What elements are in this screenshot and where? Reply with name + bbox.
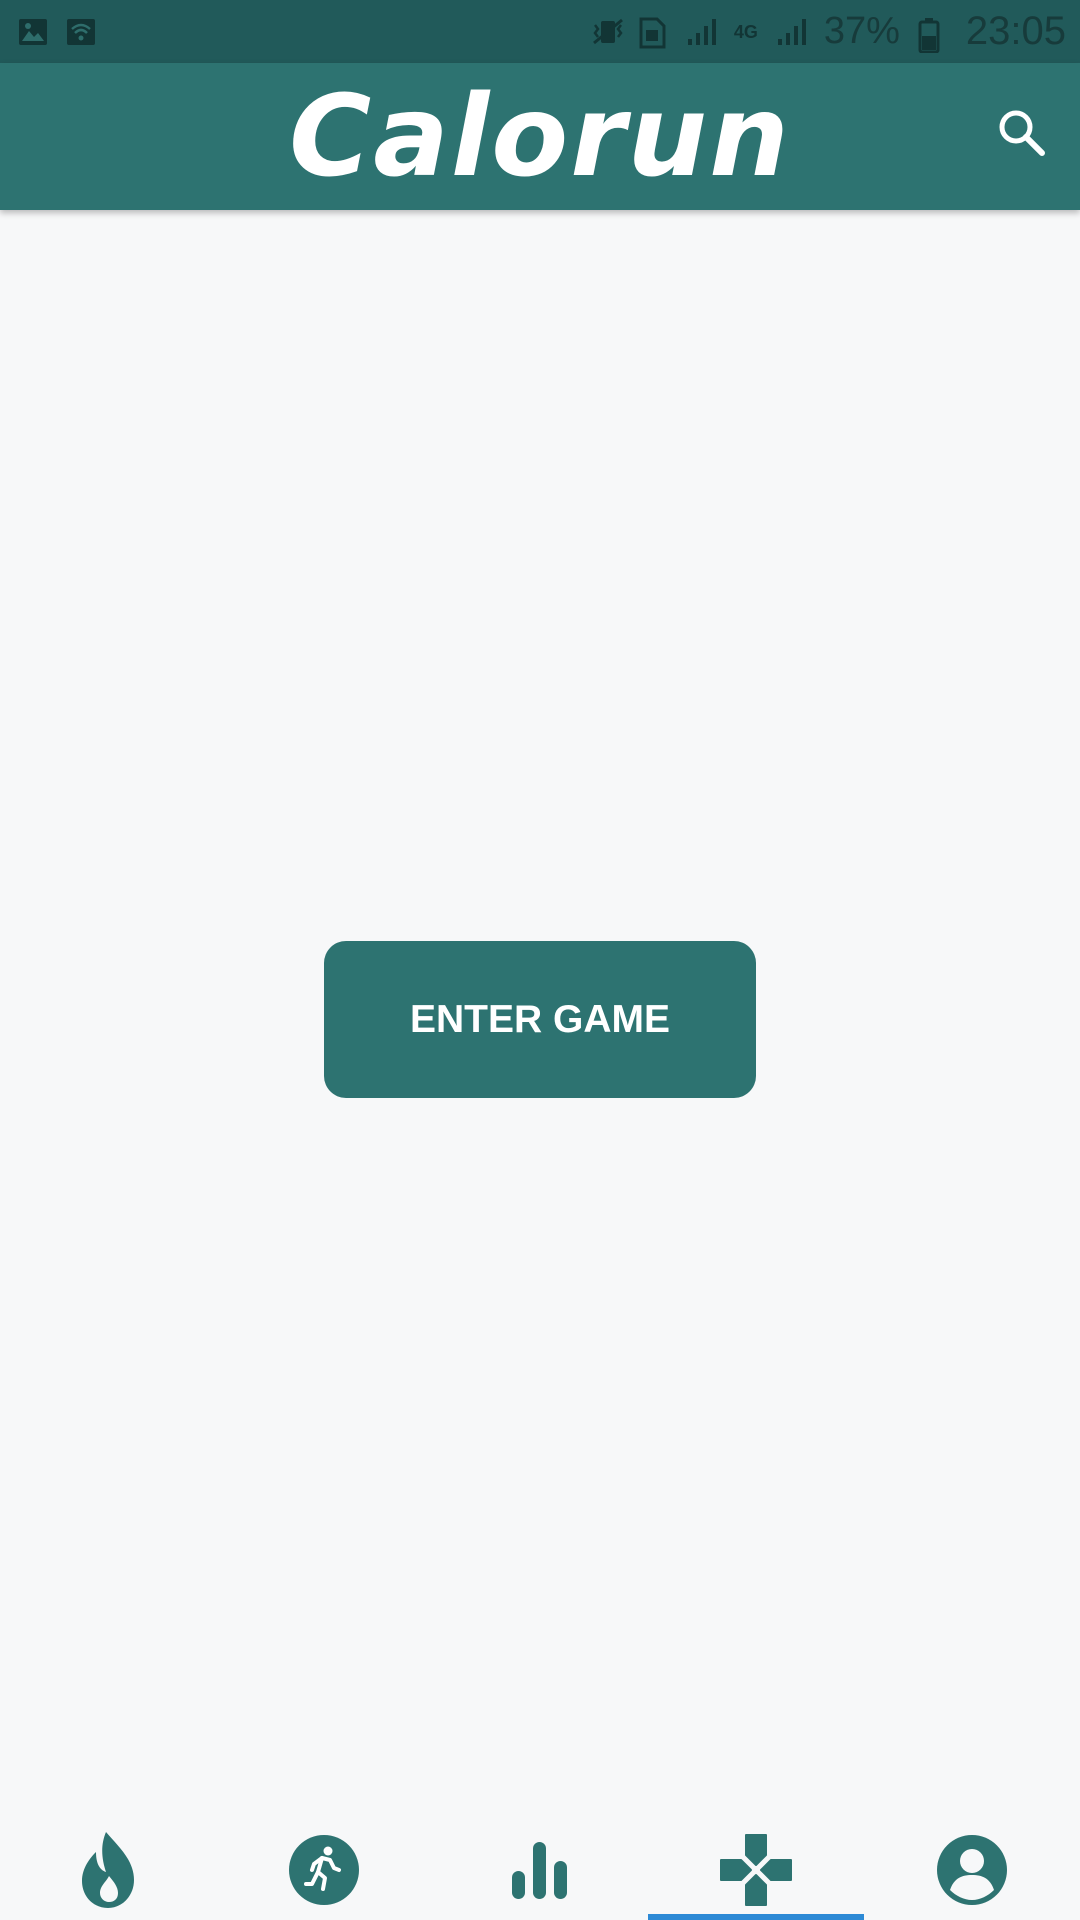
nav-item-game[interactable] <box>648 1820 864 1920</box>
image-icon <box>18 17 48 47</box>
nav-item-run[interactable] <box>216 1820 432 1920</box>
status-left <box>18 17 96 47</box>
nav-item-stats[interactable] <box>432 1820 648 1920</box>
signal-icon <box>776 17 806 47</box>
app-logo: Calorun <box>289 71 791 202</box>
search-button[interactable] <box>992 105 1052 165</box>
bar-chart-icon <box>509 1839 571 1901</box>
main-content: ENTER GAME <box>0 210 1080 1820</box>
runner-icon <box>288 1834 360 1906</box>
profile-icon <box>936 1834 1008 1906</box>
nav-item-calories[interactable] <box>0 1820 216 1920</box>
nav-selected-indicator <box>648 1914 864 1920</box>
bottom-nav <box>0 1820 1080 1920</box>
enter-game-button[interactable]: ENTER GAME <box>324 941 756 1098</box>
status-right: 4G 37% 23:05 <box>590 9 1066 54</box>
battery-percent: 37% <box>823 10 900 52</box>
gamepad-icon <box>719 1833 793 1907</box>
nav-item-profile[interactable] <box>864 1820 1080 1920</box>
vibrate-mute-icon <box>590 17 623 47</box>
wifi-icon <box>66 17 96 47</box>
clock: 23:05 <box>965 9 1066 53</box>
sim-icon <box>638 17 668 48</box>
status-bar: 4G 37% 23:05 <box>0 0 1080 63</box>
signal-icon <box>686 17 716 47</box>
app-bar: Calorun <box>0 63 1080 210</box>
search-icon <box>996 107 1048 164</box>
network-type: 4G <box>733 21 758 42</box>
flame-icon <box>78 1830 138 1910</box>
battery-icon <box>918 17 948 53</box>
